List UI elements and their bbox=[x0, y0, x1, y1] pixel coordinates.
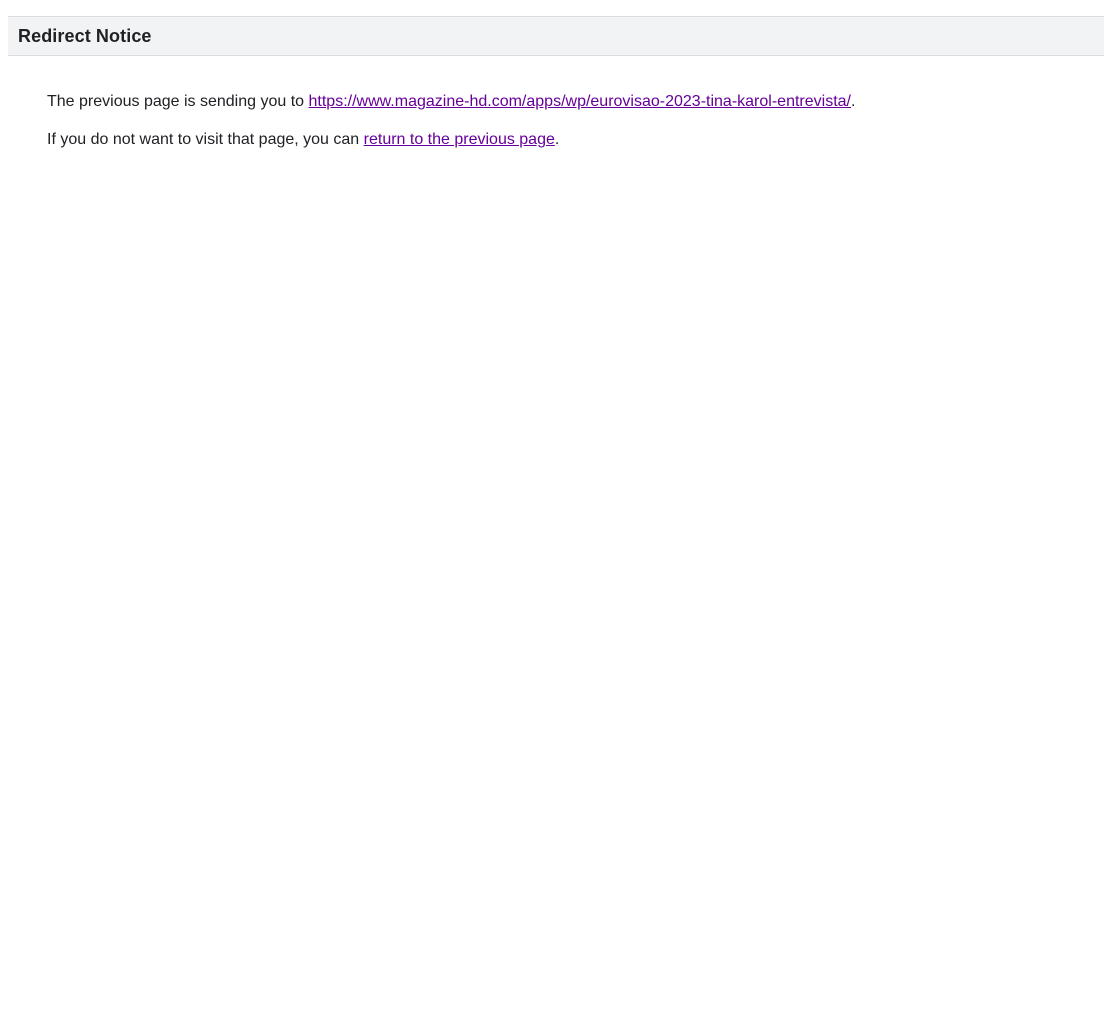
destination-prefix: The previous page is sending you to bbox=[47, 93, 309, 110]
destination-link[interactable]: https://www.magazine-hd.com/apps/wp/euro… bbox=[309, 93, 851, 110]
return-prefix: If you do not want to visit that page, y… bbox=[47, 131, 364, 148]
redirect-message: The previous page is sending you to http… bbox=[47, 91, 1087, 151]
return-suffix: . bbox=[554, 131, 560, 148]
page-title: Redirect Notice bbox=[18, 25, 152, 46]
redirect-page: Redirect Notice The previous page is sen… bbox=[0, 0, 1112, 1024]
destination-line: The previous page is sending you to http… bbox=[47, 91, 1087, 113]
destination-suffix: . bbox=[850, 93, 856, 110]
return-link[interactable]: return to the previous page bbox=[364, 131, 555, 148]
header-bar: Redirect Notice bbox=[8, 16, 1104, 56]
return-line: If you do not want to visit that page, y… bbox=[47, 129, 1087, 151]
